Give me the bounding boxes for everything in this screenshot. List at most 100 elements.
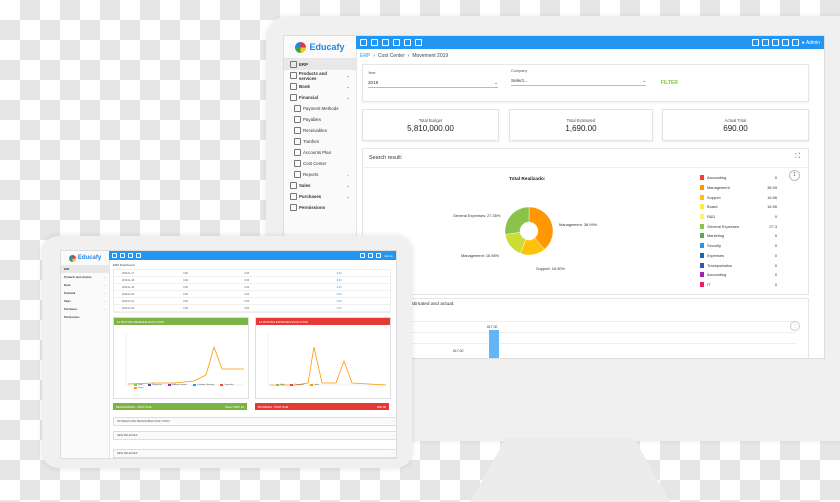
- sidebar-item-tranfers[interactable]: Tranfers: [284, 136, 356, 147]
- table-cell: 0.00: [244, 299, 250, 303]
- calendar-alt-icon[interactable]: [771, 39, 779, 46]
- top-bar: ● Admin: [356, 36, 824, 49]
- chevron-down-icon: ⌄: [390, 434, 393, 437]
- sidebar-item-financial[interactable]: Financial ⌄: [284, 92, 356, 103]
- legend-entry[interactable]: IT 0: [700, 280, 777, 290]
- tablet-sidebar-item-book[interactable]: Book ⌄: [61, 281, 109, 289]
- breadcrumb-current: Movement 2019: [412, 53, 449, 59]
- mail-icon[interactable]: [761, 39, 769, 46]
- brand-logo[interactable]: Educafy: [284, 36, 356, 59]
- company-label: Company: [511, 69, 528, 73]
- options-icon[interactable]: ⋮: [790, 321, 800, 331]
- company-select[interactable]: Select... ⌄: [511, 76, 646, 86]
- tablet-sidebar-label: Book: [64, 283, 71, 287]
- sidebar-item-sales[interactable]: Sales ⌄: [284, 180, 356, 191]
- tablet-sidebar-item-purchases[interactable]: Purchases ⌄: [61, 305, 109, 313]
- help-icon[interactable]: [415, 39, 422, 46]
- breadcrumb-root[interactable]: ERP: [360, 53, 370, 59]
- clock-icon[interactable]: [393, 39, 400, 46]
- grid-icon[interactable]: [128, 253, 133, 258]
- admin-menu[interactable]: ● Admin: [802, 40, 820, 46]
- expand-icon[interactable]: ⛶: [795, 153, 800, 161]
- mail-icon[interactable]: [368, 253, 374, 258]
- legend-entry[interactable]: Transportation 0: [700, 260, 777, 270]
- legend-label: IT: [707, 281, 711, 287]
- logo-mark-icon: [68, 254, 76, 262]
- notification-icon[interactable]: [751, 39, 759, 46]
- menu-item-icon: [290, 72, 297, 79]
- notification-icon[interactable]: [360, 253, 366, 258]
- legend-entry[interactable]: Expenses 0: [700, 251, 777, 261]
- grid-line: [405, 332, 796, 333]
- accordion-new-releases-2[interactable]: NEW RELEASES ⌄: [113, 449, 396, 458]
- receivables-past-due-bar[interactable]: RECEIVABLES - PAST DUE Value: R$97.00: [113, 403, 247, 410]
- sidebar-item-accounts-plan[interactable]: Accounts Plan: [284, 147, 356, 158]
- legend-entry[interactable]: R&D 0: [700, 212, 777, 222]
- accordion-due-today[interactable]: PAYABLES AND RECEIVABLES DUE TODAY ⌄: [113, 417, 396, 426]
- legend-entry[interactable]: Marketing 0: [700, 231, 777, 241]
- legend-entry[interactable]: Management 38.99: [700, 183, 777, 193]
- sidebar-item-cost-center[interactable]: Cost Center: [284, 158, 356, 169]
- sidebar-item-payment-methods[interactable]: Payment Methods: [284, 103, 356, 114]
- tablet-top-bar: Admin: [109, 251, 396, 260]
- accordion-new-releases[interactable]: NEW RELEASES ⌄: [113, 431, 396, 440]
- table-cell: 0.00: [336, 299, 342, 303]
- search-result-header: Search result:: [363, 149, 808, 168]
- legend-entry[interactable]: Board 16.96: [700, 202, 777, 212]
- tablet-brand-logo[interactable]: Educafy: [61, 251, 109, 265]
- legend-entry[interactable]: Accounting 0: [700, 173, 777, 183]
- legend-entry[interactable]: Security 0: [700, 241, 777, 251]
- sidebar-item-label: Purchases: [299, 194, 322, 199]
- filter-button[interactable]: FILTER: [661, 80, 678, 86]
- expenses-legend: Paid Canceled Open: [276, 384, 386, 386]
- sidebar-item-products-and-services[interactable]: Products and services ⌄: [284, 70, 356, 81]
- sidebar-item-purchases[interactable]: Purchases ⌄: [284, 191, 356, 202]
- sidebar-item-payables[interactable]: Payables: [284, 114, 356, 125]
- menu-toggle-icon[interactable]: [360, 39, 367, 46]
- legend-entry[interactable]: General Expenses 27.3: [700, 221, 777, 231]
- calendar-icon[interactable]: [120, 253, 125, 258]
- sidebar-item-label: Tranfers: [303, 139, 320, 144]
- brand-name: Educafy: [309, 42, 345, 52]
- calendar-icon[interactable]: [371, 39, 378, 46]
- expenses-evolution-panel: 12 MONTHS EXPENSES EVOLUTION Paid Cancele…: [255, 317, 391, 399]
- download-icon[interactable]: ↧: [789, 170, 800, 181]
- chevron-down-icon: ⌄: [390, 420, 393, 423]
- legend-entry[interactable]: Support 16.96: [700, 192, 777, 202]
- breadcrumb-parent[interactable]: Cost Center: [378, 53, 405, 59]
- admin-label: Admin: [805, 39, 820, 46]
- revenue-legend: Paid Expected Mailbox Interest Overdue Open…: [134, 384, 244, 389]
- pie-slice[interactable]: [505, 207, 530, 235]
- grid-icon[interactable]: [382, 39, 389, 46]
- sidebar-item-permissions[interactable]: Permissions: [284, 202, 356, 213]
- sidebar-item-reports[interactable]: Reports ⌄: [284, 169, 356, 180]
- revenue-panel-header: 12 MONTHS REVENUE EVOLUTION: [114, 318, 248, 325]
- tablet-sidebar-item-sales[interactable]: Sales ⌄: [61, 297, 109, 305]
- total-budget-card: Total Budget 5,810,000.00: [362, 109, 499, 141]
- settings-icon[interactable]: [376, 253, 382, 258]
- table-cell: 2019-11-22: [122, 306, 135, 310]
- print-icon[interactable]: [781, 39, 789, 46]
- tablet-sidebar-item-financial[interactable]: Financial ⌄: [61, 289, 109, 297]
- payables-past-due-bar[interactable]: PAYABLES - PAST DUE R$0.00: [255, 403, 389, 410]
- sidebar-item-book[interactable]: Book ⌄: [284, 81, 356, 92]
- legend-entry[interactable]: Accounting 0: [700, 270, 777, 280]
- year-select[interactable]: 2019 ⌄: [368, 78, 498, 88]
- bar-value-label: 617.00: [453, 349, 464, 353]
- sidebar-item-erp[interactable]: ERP: [284, 59, 356, 70]
- tablet-sidebar-item-erp[interactable]: ERP: [61, 265, 109, 273]
- tablet-admin-label[interactable]: Admin: [384, 254, 393, 258]
- legend-label: Paid: [280, 384, 285, 386]
- tablet-sidebar-item-permissions[interactable]: Permissions: [61, 313, 109, 321]
- sidebar-item-label: Sales: [299, 183, 311, 188]
- user-icon[interactable]: [404, 39, 411, 46]
- legend-value: 0: [774, 214, 777, 220]
- chevron-down-icon: ⌄: [642, 77, 646, 83]
- sidebar-item-label: Accounts Plan: [303, 150, 332, 155]
- sidebar-item-receivables[interactable]: Receivables: [284, 125, 356, 136]
- settings-icon[interactable]: [791, 39, 799, 46]
- menu-toggle-icon[interactable]: [112, 253, 117, 258]
- user-icon[interactable]: [136, 253, 141, 258]
- menu-item-icon: [290, 204, 297, 211]
- tablet-sidebar-item-products-and-services[interactable]: Products and services ⌄: [61, 273, 109, 281]
